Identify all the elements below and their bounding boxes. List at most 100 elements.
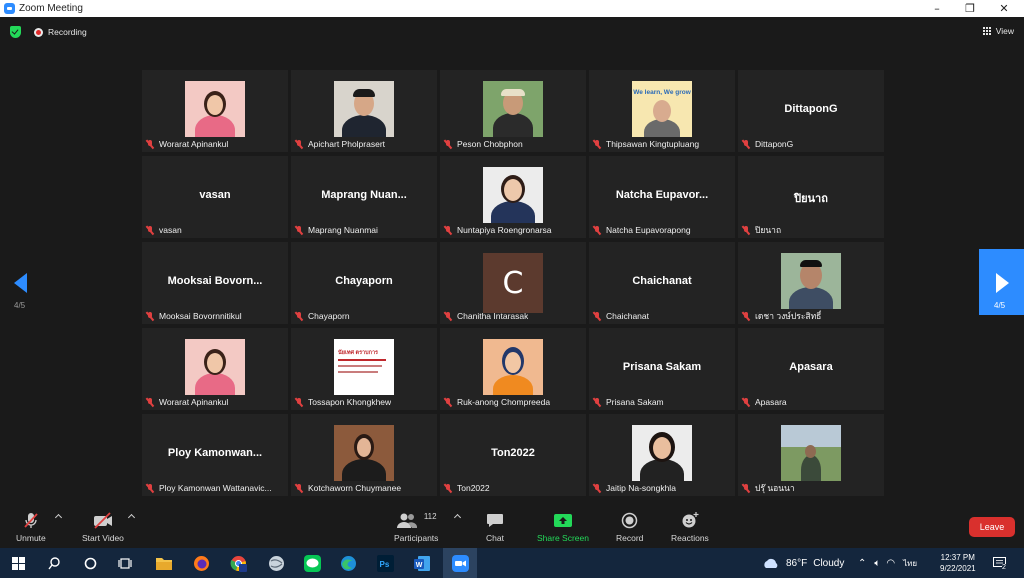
svg-text:Ps: Ps: [379, 560, 389, 569]
participant-tile[interactable]: Apasara Apasara: [738, 328, 884, 410]
chat-label: Chat: [486, 533, 504, 543]
participant-tile[interactable]: Ton2022 Ton2022: [440, 414, 586, 496]
participant-name: Worarat Apinankul: [159, 397, 229, 407]
document-text: นัยเทศ ตราบการ: [338, 350, 378, 356]
participant-tile[interactable]: vasan vasan: [142, 156, 288, 238]
participant-name: Maprang Nuanmai: [308, 225, 378, 235]
participant-display-name: Mooksai Bovorn...: [167, 275, 263, 287]
participant-photo: [632, 425, 692, 481]
mic-muted-icon: [295, 225, 303, 235]
file-explorer-icon[interactable]: [154, 553, 174, 573]
share-screen-button[interactable]: Share Screen: [537, 512, 589, 543]
participant-tile[interactable]: We learn, We grow Thipsawan Kingtupluang: [589, 70, 735, 152]
participants-options-caret-icon[interactable]: [453, 513, 462, 522]
participant-tile[interactable]: Worarat Apinankul: [142, 328, 288, 410]
wifi-icon[interactable]: ◠: [886, 558, 895, 569]
page-indicator-left: 4/5: [14, 301, 26, 310]
banner-text: We learn, We grow: [633, 89, 691, 96]
share-screen-label: Share Screen: [537, 533, 589, 543]
chat-icon: [486, 512, 504, 529]
participant-photo: [483, 339, 543, 395]
participant-name: เดชา วงษ์ประสิทธิ์: [755, 311, 822, 321]
tray-chevron-up-icon[interactable]: ⌃: [858, 558, 866, 569]
restore-button[interactable]: ❐: [954, 0, 986, 17]
participant-tile[interactable]: Natcha Eupavor... Natcha Eupavorapong: [589, 156, 735, 238]
participant-display-name: Maprang Nuan...: [321, 189, 407, 201]
view-button[interactable]: View: [982, 26, 1014, 36]
security-shield-icon[interactable]: [10, 26, 21, 38]
mic-muted-icon: [742, 311, 750, 321]
participant-display-name: Chayaporn: [335, 275, 393, 287]
globe-app-icon[interactable]: [266, 553, 286, 573]
participant-photo: We learn, We grow: [632, 81, 692, 137]
participant-tile[interactable]: Peson Chobphon: [440, 70, 586, 152]
participant-photo: [483, 81, 543, 137]
windows-start-icon[interactable]: [8, 553, 28, 573]
participant-name: Prisana Sakam: [606, 397, 664, 407]
notification-center[interactable]: 2: [993, 548, 1006, 578]
photoshop-icon[interactable]: Ps: [375, 553, 395, 573]
participant-tile[interactable]: ปิยนาถ ปิยนาถ: [738, 156, 884, 238]
participant-tile[interactable]: ปรุ๊ นอนนา: [738, 414, 884, 496]
participant-tile[interactable]: Prisana Sakam Prisana Sakam: [589, 328, 735, 410]
word-icon[interactable]: W: [412, 553, 432, 573]
participant-name: Ploy Kamonwan Wattanavic...: [159, 483, 272, 493]
participant-tile[interactable]: Chayaporn Chayaporn: [291, 242, 437, 324]
minimize-button[interactable]: –: [921, 0, 953, 17]
title-bar: Zoom Meeting – ❐ ✕: [0, 0, 1024, 17]
participant-tile[interactable]: Nuntapiya Roengronarsa: [440, 156, 586, 238]
close-button[interactable]: ✕: [988, 0, 1020, 17]
mic-muted-icon: [295, 311, 303, 321]
participant-tile[interactable]: Jaitip Na-songkhla: [589, 414, 735, 496]
mic-muted-icon: [146, 483, 154, 493]
search-icon[interactable]: [44, 553, 64, 573]
weather-text: Cloudy: [813, 557, 845, 569]
next-page-button[interactable]: 4/5: [979, 249, 1024, 315]
participant-tile[interactable]: Worarat Apinankul: [142, 70, 288, 152]
participant-tile[interactable]: DittaponG DittaponG: [738, 70, 884, 152]
participant-photo: [185, 81, 245, 137]
clock[interactable]: 12:37 PM 9/22/2021: [940, 548, 976, 578]
line-app-icon[interactable]: [302, 553, 322, 573]
mic-muted-icon: [444, 225, 452, 235]
clock-time: 12:37 PM: [940, 553, 975, 562]
participant-name: Chaichanat: [606, 311, 650, 321]
participant-tile[interactable]: Chaichanat Chaichanat: [589, 242, 735, 324]
participant-name: Apasara: [755, 397, 787, 407]
participant-tile[interactable]: เดชา วงษ์ประสิทธิ์: [738, 242, 884, 324]
participants-icon: 112: [396, 512, 437, 529]
edge-icon[interactable]: [338, 553, 358, 573]
participant-tile[interactable]: Maprang Nuan... Maprang Nuanmai: [291, 156, 437, 238]
weather-widget[interactable]: 86°F Cloudy: [762, 548, 844, 578]
task-view-icon[interactable]: [115, 553, 135, 573]
firefox-icon[interactable]: [191, 553, 211, 573]
chat-button[interactable]: Chat: [486, 512, 504, 543]
chrome-icon[interactable]: [228, 553, 248, 573]
participant-tile[interactable]: Apichart Pholprasert: [291, 70, 437, 152]
participant-name: Worarat Apinankul: [159, 139, 229, 149]
participant-tile[interactable]: C Chanitha Intarasak: [440, 242, 586, 324]
start-video-button[interactable]: Start Video: [82, 512, 124, 543]
participant-tile[interactable]: Kotchaworn Chuymanee: [291, 414, 437, 496]
svg-text:W: W: [415, 562, 422, 569]
participant-photo: [185, 339, 245, 395]
audio-options-caret-icon[interactable]: [54, 513, 63, 522]
video-options-caret-icon[interactable]: [127, 513, 136, 522]
reactions-button[interactable]: Reactions: [671, 512, 709, 543]
unmute-button[interactable]: Unmute: [16, 512, 46, 543]
arrow-right-icon: [996, 273, 1009, 293]
cloud-icon: [764, 558, 778, 568]
participant-tile[interactable]: Ruk-anong Chompreeda: [440, 328, 586, 410]
participant-tile[interactable]: นัยเทศ ตราบการ Tossapon Khongkhew: [291, 328, 437, 410]
participant-tile[interactable]: Ploy Kamonwan... Ploy Kamonwan Wattanavi…: [142, 414, 288, 496]
record-button[interactable]: Record: [616, 512, 643, 543]
participant-tile[interactable]: Mooksai Bovorn... Mooksai Bovornnitikul: [142, 242, 288, 324]
participants-button[interactable]: 112 Participants: [394, 512, 438, 543]
language-indicator[interactable]: ไทย: [903, 557, 917, 570]
previous-page-button[interactable]: 4/5: [10, 270, 34, 314]
leave-button[interactable]: Leave: [969, 517, 1015, 537]
cortana-icon[interactable]: [80, 553, 100, 573]
mic-muted-icon: [23, 512, 39, 529]
volume-icon[interactable]: 🔈︎: [874, 558, 880, 569]
zoom-taskbar-icon[interactable]: [443, 548, 477, 578]
